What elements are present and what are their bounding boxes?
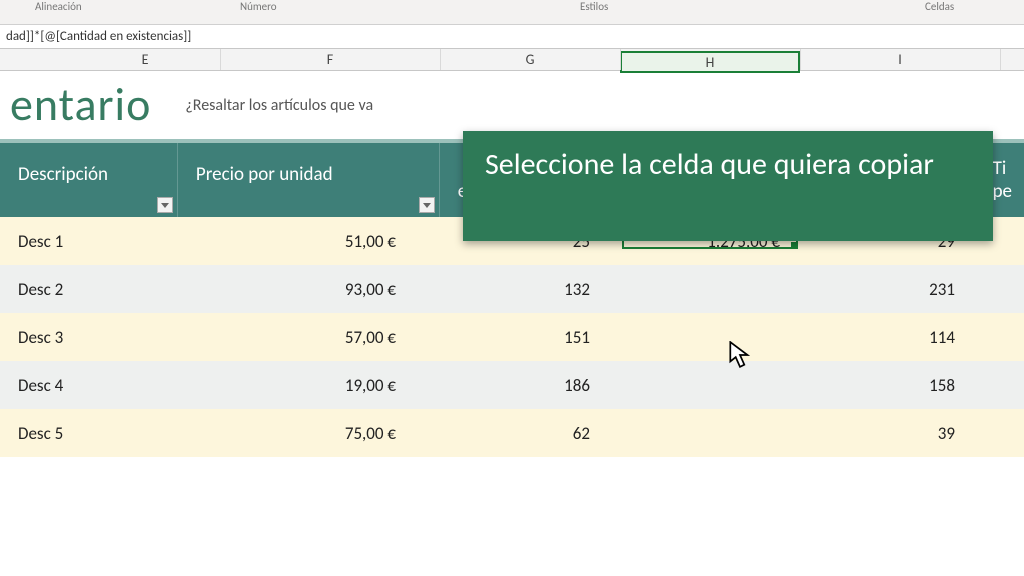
table-row: Desc 575,00 €62 39 <box>0 409 1024 457</box>
page-title: entario <box>10 77 151 133</box>
title-band: entario ¿Resaltar los artículos que va <box>0 71 1024 139</box>
ribbon-group-alignment: Alineación <box>35 0 82 13</box>
ribbon: Combinar y centrar condicional ▾ como ta… <box>0 0 1024 25</box>
cell-stock[interactable]: 62 <box>440 423 620 444</box>
instruction-tooltip: Seleccione la celda que quiera copiar <box>463 131 993 241</box>
th-description[interactable]: Descripción <box>0 143 178 217</box>
formula-bar[interactable]: dad]]*[@[Cantidad en existencias]] <box>0 25 1024 49</box>
sheet-body: entario ¿Resaltar los artículos que va D… <box>0 71 1024 576</box>
fill-handle[interactable] <box>791 242 798 249</box>
cell-order[interactable]: 114 <box>800 327 975 348</box>
cell-description[interactable]: Desc 2 <box>0 279 178 300</box>
filter-icon[interactable] <box>419 197 435 213</box>
th-label: Precio por unidad <box>196 163 333 186</box>
cell-price[interactable]: 19,00 € <box>178 375 440 396</box>
ribbon-group-number: Número <box>240 0 277 13</box>
cell-order[interactable]: 158 <box>800 375 975 396</box>
cell-price[interactable]: 57,00 € <box>178 327 440 348</box>
cell-order[interactable]: 231 <box>800 279 975 300</box>
table-row: Desc 419,00 €186 158 <box>0 361 1024 409</box>
th-price[interactable]: Precio por unidad <box>178 143 440 217</box>
column-headers: E F G H I <box>0 49 1024 71</box>
table-row: Desc 357,00 €151 114 <box>0 313 1024 361</box>
cell-price[interactable]: 75,00 € <box>178 423 440 444</box>
cell-order[interactable]: 39 <box>800 423 975 444</box>
col-header-h[interactable]: H <box>620 51 800 73</box>
cell-description[interactable]: Desc 1 <box>0 231 178 252</box>
cell-price[interactable]: 93,00 € <box>178 279 440 300</box>
cell-description[interactable]: Desc 4 <box>0 375 178 396</box>
cell-description[interactable]: Desc 5 <box>0 423 178 444</box>
ribbon-group-cells: Celdas <box>925 0 954 13</box>
th-label: Ti pe <box>993 157 1012 203</box>
col-header-i[interactable]: I <box>800 51 1000 68</box>
th-label: Descripción <box>18 163 108 186</box>
cell-stock[interactable]: 151 <box>440 327 620 348</box>
col-header-f[interactable]: F <box>220 51 440 68</box>
page-subtitle: ¿Resaltar los artículos que va <box>185 96 373 115</box>
cell-description[interactable]: Desc 3 <box>0 327 178 348</box>
table-row: Desc 293,00 €132 231 <box>0 265 1024 313</box>
col-header-g[interactable]: G <box>440 51 620 68</box>
table-body: Desc 151,00 €251.275,00 €29Desc 293,00 €… <box>0 217 1024 457</box>
cell-stock[interactable]: 186 <box>440 375 620 396</box>
ribbon-group-styles: Estilos <box>580 0 608 13</box>
cell-price[interactable]: 51,00 € <box>178 231 440 252</box>
cell-stock[interactable]: 132 <box>440 279 620 300</box>
col-header-e[interactable]: E <box>70 51 220 68</box>
filter-icon[interactable] <box>157 197 173 213</box>
formula-text: dad]]*[@[Cantidad en existencias]] <box>6 29 191 44</box>
